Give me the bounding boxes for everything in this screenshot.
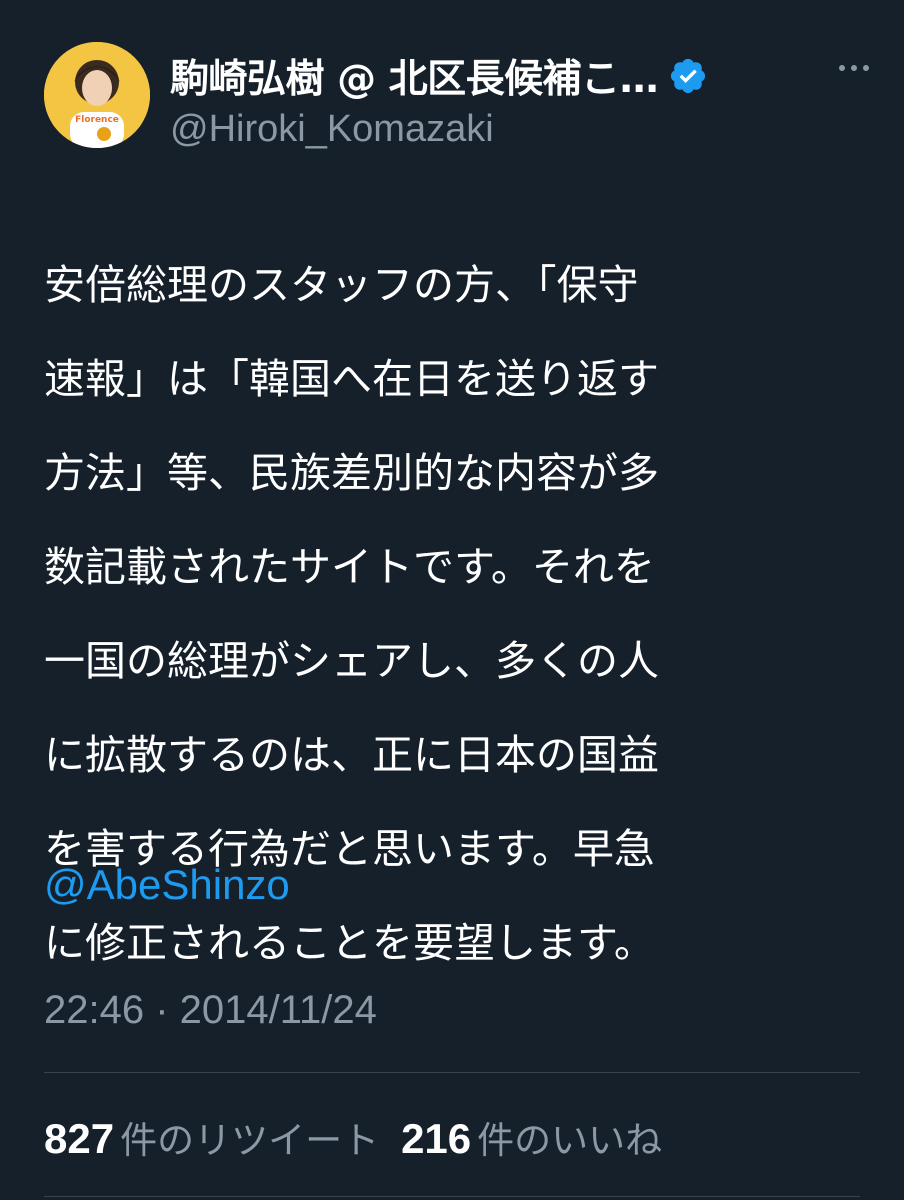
name-row: 駒崎弘樹 @ 北区長候補こ… <box>170 48 708 104</box>
mention-link[interactable]: @AbeShinzo <box>44 850 290 920</box>
tweet-timestamp[interactable]: 22:46 · 2014/11/24 <box>44 980 377 1040</box>
tweet-header: Florence 駒崎弘樹 @ 北区長候補こ… @Hiroki_Komazaki <box>44 42 874 152</box>
divider <box>44 1196 860 1197</box>
tweet-text-line: 一国の総理がシェアし、多くの人 <box>44 637 659 685</box>
avatar[interactable]: Florence <box>44 42 150 148</box>
avatar-photo-icon: Florence <box>44 42 150 148</box>
avatar-logo-text: Florence <box>75 115 119 125</box>
retweets-count: 827 <box>44 1115 115 1162</box>
tweet-text-line: 速報」は「韓国へ在日を送り返す <box>44 355 659 403</box>
tweet-stats: 827 件のリツイート 216 件のいいね <box>44 1106 662 1174</box>
tweet-text-line: 安倍総理のスタッフの方、「保守 <box>44 261 639 309</box>
tweet-text-line: 方法」等、民族差別的な内容が多 <box>44 449 659 497</box>
retweets-stat[interactable]: 827 件のリツイート <box>44 1106 379 1174</box>
tweet-card: Florence 駒崎弘樹 @ 北区長候補こ… @Hiroki_Komazaki… <box>0 0 904 1200</box>
verified-badge-icon <box>671 58 706 94</box>
likes-stat[interactable]: 216 件のいいね <box>401 1106 662 1174</box>
display-name[interactable]: 駒崎弘樹 @ 北区長候補こ… <box>170 48 659 104</box>
tweet-text-line: に拡散するのは、正に日本の国益 <box>44 731 659 779</box>
divider <box>44 1072 860 1073</box>
tweet-text-line: 数記載されたサイトです。それを <box>44 543 655 591</box>
user-handle[interactable]: @Hiroki_Komazaki <box>170 108 494 151</box>
likes-count: 216 <box>401 1115 472 1162</box>
more-dots-icon[interactable] <box>834 48 874 88</box>
retweets-label: 件のリツイート <box>120 1119 380 1162</box>
likes-label: 件のいいね <box>477 1119 663 1162</box>
